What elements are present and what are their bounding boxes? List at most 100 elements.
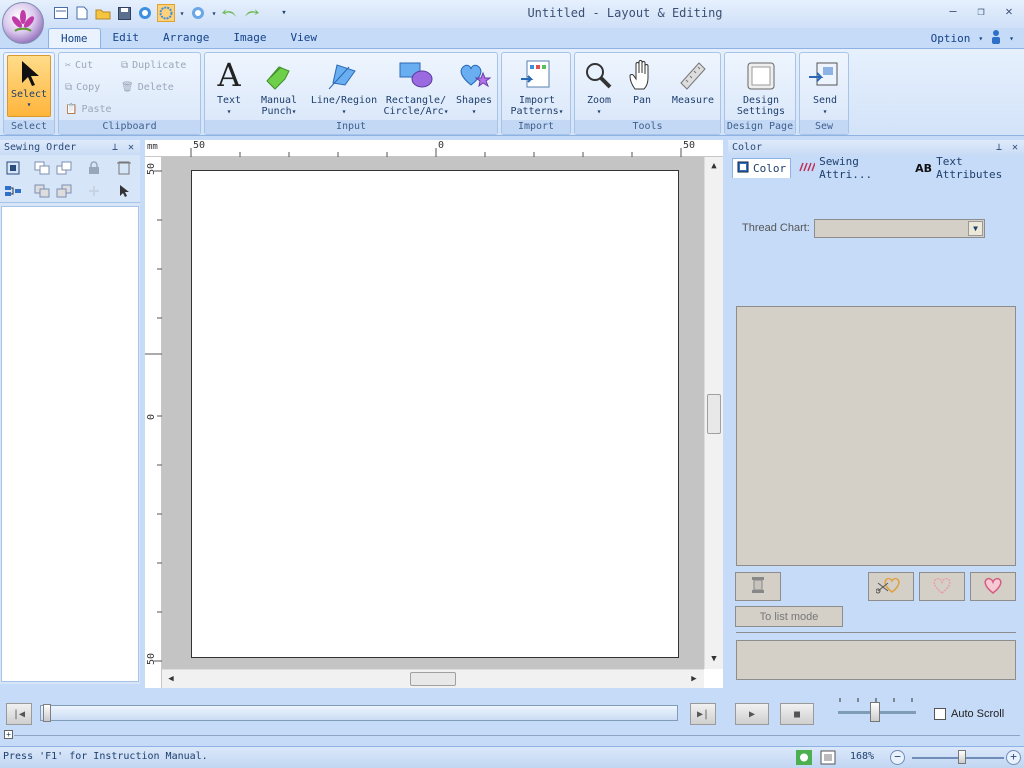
vertical-scrollbar[interactable]: ▲ ▼ bbox=[704, 157, 723, 669]
sewing-order-title: Sewing Order bbox=[4, 142, 77, 153]
pink-heart-icon bbox=[982, 575, 1004, 598]
ruler-top-label-left: 50 bbox=[193, 140, 206, 151]
thread-color-list[interactable] bbox=[736, 306, 1016, 566]
close-icon[interactable]: ✕ bbox=[1012, 140, 1018, 155]
tab-text-attributes[interactable]: AB Text Attributes bbox=[911, 155, 1024, 181]
tab-view[interactable]: View bbox=[278, 28, 329, 48]
skip-to-start-button[interactable]: |◀ bbox=[6, 703, 32, 725]
fit-view-icon[interactable] bbox=[5, 160, 21, 176]
send-button[interactable]: Send ▾ bbox=[804, 55, 846, 117]
tab-edit[interactable]: Edit bbox=[101, 28, 152, 48]
chevron-down-icon: ▾ bbox=[596, 107, 602, 116]
page-view-icon[interactable] bbox=[820, 750, 836, 768]
pin-icon[interactable]: ⊥ bbox=[996, 140, 1002, 155]
pan-button[interactable]: Pan bbox=[623, 55, 661, 106]
scroll-up-icon[interactable]: ▲ bbox=[706, 158, 722, 174]
close-icon[interactable]: ✕ bbox=[1000, 4, 1018, 18]
scissors-icon: ✂ bbox=[65, 60, 72, 71]
sewing-order-list[interactable] bbox=[1, 206, 139, 682]
speed-slider-thumb[interactable] bbox=[870, 702, 880, 722]
chevron-down-icon[interactable]: ▼ bbox=[968, 221, 983, 236]
scroll-down-icon[interactable]: ▼ bbox=[706, 651, 722, 667]
sewing-simulator-bar: |◀ ▶| ▶ ■ Auto Scroll + bbox=[0, 690, 1024, 746]
vertical-scroll-thumb[interactable] bbox=[707, 394, 721, 434]
to-list-mode-button[interactable]: To list mode bbox=[735, 606, 843, 627]
horizontal-scrollbar[interactable]: ◀ ▶ bbox=[162, 669, 704, 688]
import-label-1: Import bbox=[518, 95, 556, 106]
flower-logo-icon bbox=[11, 10, 35, 32]
delete-button[interactable]: 🗑 Delete bbox=[121, 82, 174, 93]
zoom-button[interactable]: Zoom ▾ bbox=[579, 55, 619, 117]
duplicate-button[interactable]: ⧉ Duplicate bbox=[121, 60, 186, 71]
tab-color[interactable]: Color bbox=[732, 158, 792, 178]
ungroup-icon[interactable] bbox=[56, 160, 72, 176]
tab-arrange[interactable]: Arrange bbox=[151, 28, 221, 48]
chevron-down-icon: ▾ bbox=[341, 107, 347, 116]
color-sort-button[interactable] bbox=[868, 572, 914, 601]
ruler-left-label-bottom: 50 bbox=[146, 652, 157, 665]
tab-home[interactable]: Home bbox=[48, 28, 101, 48]
group-label-import: Import bbox=[502, 120, 570, 134]
scroll-right-icon[interactable]: ▶ bbox=[686, 671, 702, 687]
pointer-icon[interactable] bbox=[116, 183, 132, 199]
tab-image[interactable]: Image bbox=[221, 28, 278, 48]
expand-icon[interactable]: + bbox=[4, 730, 13, 739]
manual-punch-button[interactable]: Manual Punch▾ bbox=[257, 55, 301, 117]
design-label-1: Design bbox=[742, 95, 780, 106]
move-backward-icon[interactable] bbox=[56, 183, 72, 199]
close-icon[interactable]: ✕ bbox=[128, 140, 134, 155]
cut-button[interactable]: ✂ Cut bbox=[65, 60, 93, 71]
paste-button[interactable]: 📋 Paste bbox=[65, 104, 112, 115]
option-menu[interactable]: Option ▾ ▾ bbox=[931, 30, 1014, 47]
copy-button[interactable]: ⧉ Copy bbox=[65, 82, 100, 93]
zoom-in-button[interactable]: + bbox=[1006, 750, 1021, 765]
progress-thumb[interactable] bbox=[43, 704, 51, 722]
thread-spool-button[interactable] bbox=[735, 572, 781, 601]
group-icon[interactable] bbox=[34, 160, 50, 176]
sewing-progress-slider[interactable] bbox=[40, 704, 678, 722]
frame-icon[interactable] bbox=[116, 160, 132, 176]
checkbox-box[interactable] bbox=[934, 708, 946, 720]
design-canvas-area: mm 50 0 50 50 0 50 ▲ ▼ ◀ ▶ bbox=[145, 140, 723, 688]
stop-button[interactable]: ■ bbox=[780, 703, 814, 725]
group-select: Select ▾ Select bbox=[3, 52, 55, 135]
import-patterns-button[interactable]: Import Patterns▾ bbox=[506, 55, 568, 117]
chevron-down-icon: ▾ bbox=[471, 107, 477, 116]
scroll-left-icon[interactable]: ◀ bbox=[163, 671, 179, 687]
line-region-button[interactable]: Line/Region ▾ bbox=[309, 55, 379, 117]
color-fill-button[interactable] bbox=[970, 572, 1016, 601]
text-button[interactable]: A Text ▾ bbox=[211, 55, 247, 117]
pin-icon[interactable]: ⊥ bbox=[112, 140, 118, 155]
color-outline-button[interactable] bbox=[919, 572, 965, 601]
import-label-2: Patterns▾ bbox=[510, 106, 564, 117]
horizontal-scroll-thumb[interactable] bbox=[410, 672, 456, 686]
application-menu-button[interactable] bbox=[2, 2, 44, 44]
manual-punch-label-2: Punch▾ bbox=[261, 106, 297, 117]
select-button[interactable]: Select ▾ bbox=[7, 55, 51, 117]
move-forward-icon[interactable] bbox=[34, 183, 50, 199]
zoom-slider-thumb[interactable] bbox=[958, 750, 966, 764]
stop-icon: ■ bbox=[793, 708, 801, 720]
group-clipboard: ✂ Cut ⧉ Duplicate ⧉ Copy 🗑 Delete 📋 Paste Cli… bbox=[58, 52, 201, 135]
design-view-icon[interactable] bbox=[796, 750, 812, 768]
measure-label: Measure bbox=[671, 95, 715, 106]
minimize-icon[interactable]: – bbox=[944, 4, 962, 18]
design-page[interactable] bbox=[191, 170, 679, 658]
restore-icon[interactable]: ❐ bbox=[972, 4, 990, 18]
sort-order-icon[interactable] bbox=[5, 183, 21, 199]
zoom-out-button[interactable]: − bbox=[890, 750, 905, 765]
shapes-button[interactable]: Shapes ▾ bbox=[453, 55, 495, 117]
rectangle-circle-button[interactable]: Rectangle/ Circle/Arc▾ bbox=[381, 55, 451, 117]
thread-chart-select[interactable]: ▼ bbox=[814, 219, 985, 238]
play-button[interactable]: ▶ bbox=[735, 703, 769, 725]
lock-icon[interactable] bbox=[86, 160, 102, 176]
chevron-down-icon: ▾ bbox=[26, 100, 32, 109]
design-settings-button[interactable]: Design Settings bbox=[729, 55, 793, 117]
split-icon[interactable] bbox=[86, 183, 102, 199]
auto-scroll-checkbox[interactable]: Auto Scroll bbox=[934, 708, 1004, 720]
tab-sewing-attributes[interactable]: Sewing Attri... bbox=[795, 155, 907, 181]
copy-label: Copy bbox=[76, 82, 101, 93]
skip-to-end-button[interactable]: ▶| bbox=[690, 703, 716, 725]
help-user-icon[interactable] bbox=[991, 30, 1001, 47]
measure-button[interactable]: Measure bbox=[667, 55, 719, 106]
